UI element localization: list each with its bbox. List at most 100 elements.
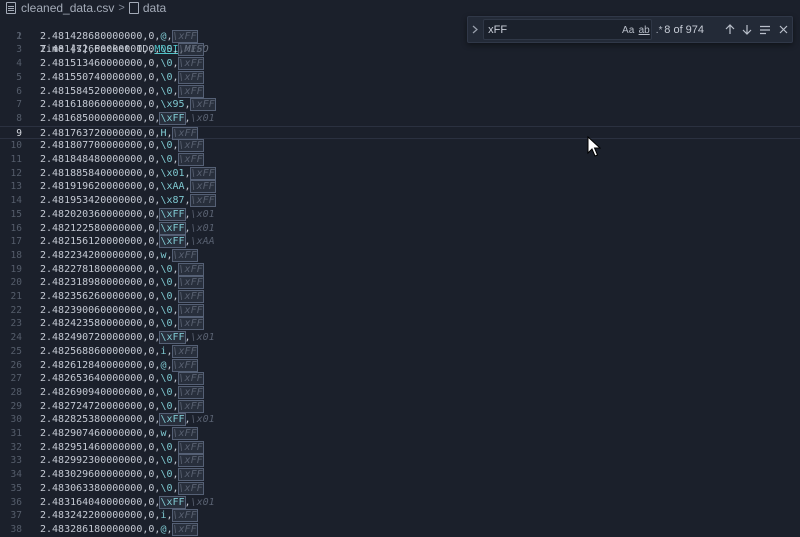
mosi-value: \0: [160, 263, 173, 275]
code-line[interactable]: 34 2.483029600000000,0,\0,\xFF: [0, 468, 800, 482]
breadcrumb-symbol[interactable]: data: [143, 1, 166, 15]
code-line[interactable]: 15 2.482020360000000,0,\xFF,\x01: [0, 207, 800, 222]
previous-match-button[interactable]: [721, 20, 739, 39]
code-line[interactable]: 25 2.482568860000000,0,i,\xFF: [0, 344, 800, 359]
match-case-button[interactable]: Aa: [622, 23, 634, 37]
code-line[interactable]: 35 2.483063380000000,0,\0,\xFF: [0, 481, 800, 496]
time-value: 2.481584520000000: [40, 85, 143, 97]
code-line[interactable]: 13 2.481919620000000,0,\xAA,\xFF: [0, 180, 800, 194]
code-line[interactable]: 10 2.481807700000000,0,\0,\xFF: [0, 139, 800, 153]
line-content: 2.481472660000000,0,\0,\xFF: [40, 43, 204, 57]
regex-button[interactable]: .*: [653, 23, 665, 37]
code-line[interactable]: 33 2.482992300000000,0,\0,\xFF: [0, 454, 800, 468]
mosi-value: \0: [160, 291, 173, 302]
code-line[interactable]: 38 2.483286180000000,0,@,\xFF: [0, 522, 800, 537]
code-line[interactable]: 6 2.481584520000000,0,\0,\xFF: [0, 84, 800, 99]
code-line[interactable]: 29 2.482724720000000,0,\0,\xFF: [0, 399, 800, 414]
code-line[interactable]: 14 2.481953420000000,0,\x87,\xFF: [0, 194, 800, 208]
line-content: 2.483242200000000,0,i,\xFF: [40, 509, 198, 523]
miso-value: \x01: [190, 496, 215, 508]
code-line[interactable]: 36 2.483164040000000,0,\xFF,\x01: [0, 495, 800, 510]
code-line[interactable]: 21 2.482356260000000,0,\0,\xFF: [0, 290, 800, 304]
code-line[interactable]: 11 2.481848480000000,0,\0,\xFF: [0, 153, 800, 167]
code-line[interactable]: 17 2.482156120000000,0,\xFF,\xAA: [0, 235, 800, 249]
miso-value: \xFF: [177, 262, 204, 276]
code-line[interactable]: 7 2.481618060000000,0,\x95,\xFF: [0, 98, 800, 112]
miso-value: \xFF: [177, 303, 204, 317]
file-icon: [6, 2, 16, 14]
miso-value: \xFF: [177, 84, 204, 98]
miso-value: \xFF: [177, 317, 204, 331]
line-content: 2.482356260000000,0,\0,\xFF: [40, 290, 204, 304]
code-line[interactable]: 22 2.482390060000000,0,\0,\xFF: [0, 303, 800, 318]
line-number: 4: [16, 58, 22, 70]
line-number: 6: [16, 85, 22, 97]
comma: ,: [166, 30, 173, 42]
code-line[interactable]: 8 2.481685000000000,0,\xFF,\x01: [0, 111, 800, 126]
mosi-value: \xFF: [159, 111, 186, 125]
code-line[interactable]: 27 2.482653640000000,0,\0,\xFF: [0, 372, 800, 386]
line-content: 2.482122580000000,0,\xFF,\x01: [40, 221, 215, 236]
code-line[interactable]: 5 2.481550740000000,0,\0,\xFF: [0, 70, 800, 85]
close-find-button[interactable]: [774, 20, 792, 39]
line-content: 2.482825380000000,0,\xFF,\x01: [40, 413, 215, 427]
next-match-button[interactable]: [738, 20, 756, 39]
miso-value: \x01: [190, 112, 215, 124]
line-number: 31: [10, 428, 22, 439]
time-value: 2.483286180000000: [40, 523, 143, 535]
code-line[interactable]: 37 2.483242200000000,0,i,\xFF: [0, 509, 800, 523]
breadcrumb-file[interactable]: cleaned_data.csv: [21, 1, 114, 15]
time-value: 2.483063380000000: [40, 482, 143, 494]
time-value: 2.481919620000000: [40, 181, 143, 193]
symbol-file-icon: [128, 2, 139, 14]
line-content: 2.482156120000000,0,\xFF,\xAA: [40, 235, 215, 249]
whole-word-button[interactable]: ab: [638, 23, 650, 37]
comma: ,: [172, 277, 179, 289]
miso-value: \xFF: [189, 194, 216, 208]
comma: ,: [172, 304, 179, 316]
line-number: 9: [16, 127, 22, 139]
code-line[interactable]: 9 2.481763720000000,0,H,\xFF: [0, 125, 800, 140]
line-content: 2.482234200000000,0,w,\xFF: [40, 248, 198, 263]
comma: ,: [172, 58, 179, 70]
time-value: 2.481550740000000: [40, 71, 143, 83]
find-in-selection-button[interactable]: [756, 20, 774, 39]
line-number: 30: [10, 414, 22, 426]
toggle-replace-button[interactable]: [468, 17, 481, 42]
code-line[interactable]: 19 2.482278180000000,0,\0,\xFF: [0, 262, 800, 277]
code-line[interactable]: 28 2.482690940000000,0,\0,\xFF: [0, 385, 800, 400]
code-line[interactable]: 3 2.481472660000000,0,\0,\xFF: [0, 43, 800, 57]
time-value: 2.481885840000000: [40, 167, 143, 179]
line-content: 2.481885840000000,0,\x01,\xFF: [40, 166, 216, 181]
line-content: 2.481618060000000,0,\x95,\xFF: [40, 98, 216, 112]
code-line[interactable]: 26 2.482612840000000,0,@,\xFF: [0, 358, 800, 373]
code-line[interactable]: 31 2.482907460000000,0,w,\xFF: [0, 427, 800, 441]
line-number: 32: [10, 441, 22, 453]
code-editor[interactable]: 1 Time [s],Packet ID,MOSI,MISO 2 2.481428…: [0, 16, 800, 537]
line-number: 13: [10, 181, 22, 193]
time-value: 2.482992300000000: [40, 455, 143, 467]
code-line[interactable]: 18 2.482234200000000,0,w,\xFF: [0, 248, 800, 263]
time-value: 2.482020360000000: [40, 208, 143, 220]
code-line[interactable]: 12 2.481885840000000,0,\x01,\xFF: [0, 166, 800, 181]
mosi-value: \0: [160, 386, 173, 398]
line-number: 7: [16, 99, 22, 111]
code-line[interactable]: 32 2.482951460000000,0,\0,\xFF: [0, 440, 800, 455]
time-value: 2.482653640000000: [40, 373, 143, 385]
code-line[interactable]: 4 2.481513460000000,0,\0,\xFF: [0, 57, 800, 71]
line-number: 23: [10, 318, 22, 330]
time-value: 2.482318980000000: [40, 277, 143, 289]
time-value: 2.481807700000000: [40, 140, 143, 152]
line-number: 22: [10, 304, 22, 316]
line-content: 2.482951460000000,0,\0,\xFF: [40, 440, 204, 455]
code-line[interactable]: 16 2.482122580000000,0,\xFF,\x01: [0, 221, 800, 236]
code-line[interactable]: 20 2.482318980000000,0,\0,\xFF: [0, 276, 800, 290]
code-line[interactable]: 24 2.482490720000000,0,\xFF,\x01: [0, 331, 800, 345]
code-line[interactable]: 30 2.482825380000000,0,\xFF,\x01: [0, 413, 800, 427]
line-content: 2.481685000000000,0,\xFF,\x01: [40, 111, 215, 126]
code-line[interactable]: 23 2.482423580000000,0,\0,\xFF: [0, 317, 800, 331]
time-value: 2.482234200000000: [40, 249, 143, 261]
find-input[interactable]: [488, 20, 599, 39]
comma: ,: [172, 373, 179, 385]
comma: ,: [172, 85, 179, 97]
